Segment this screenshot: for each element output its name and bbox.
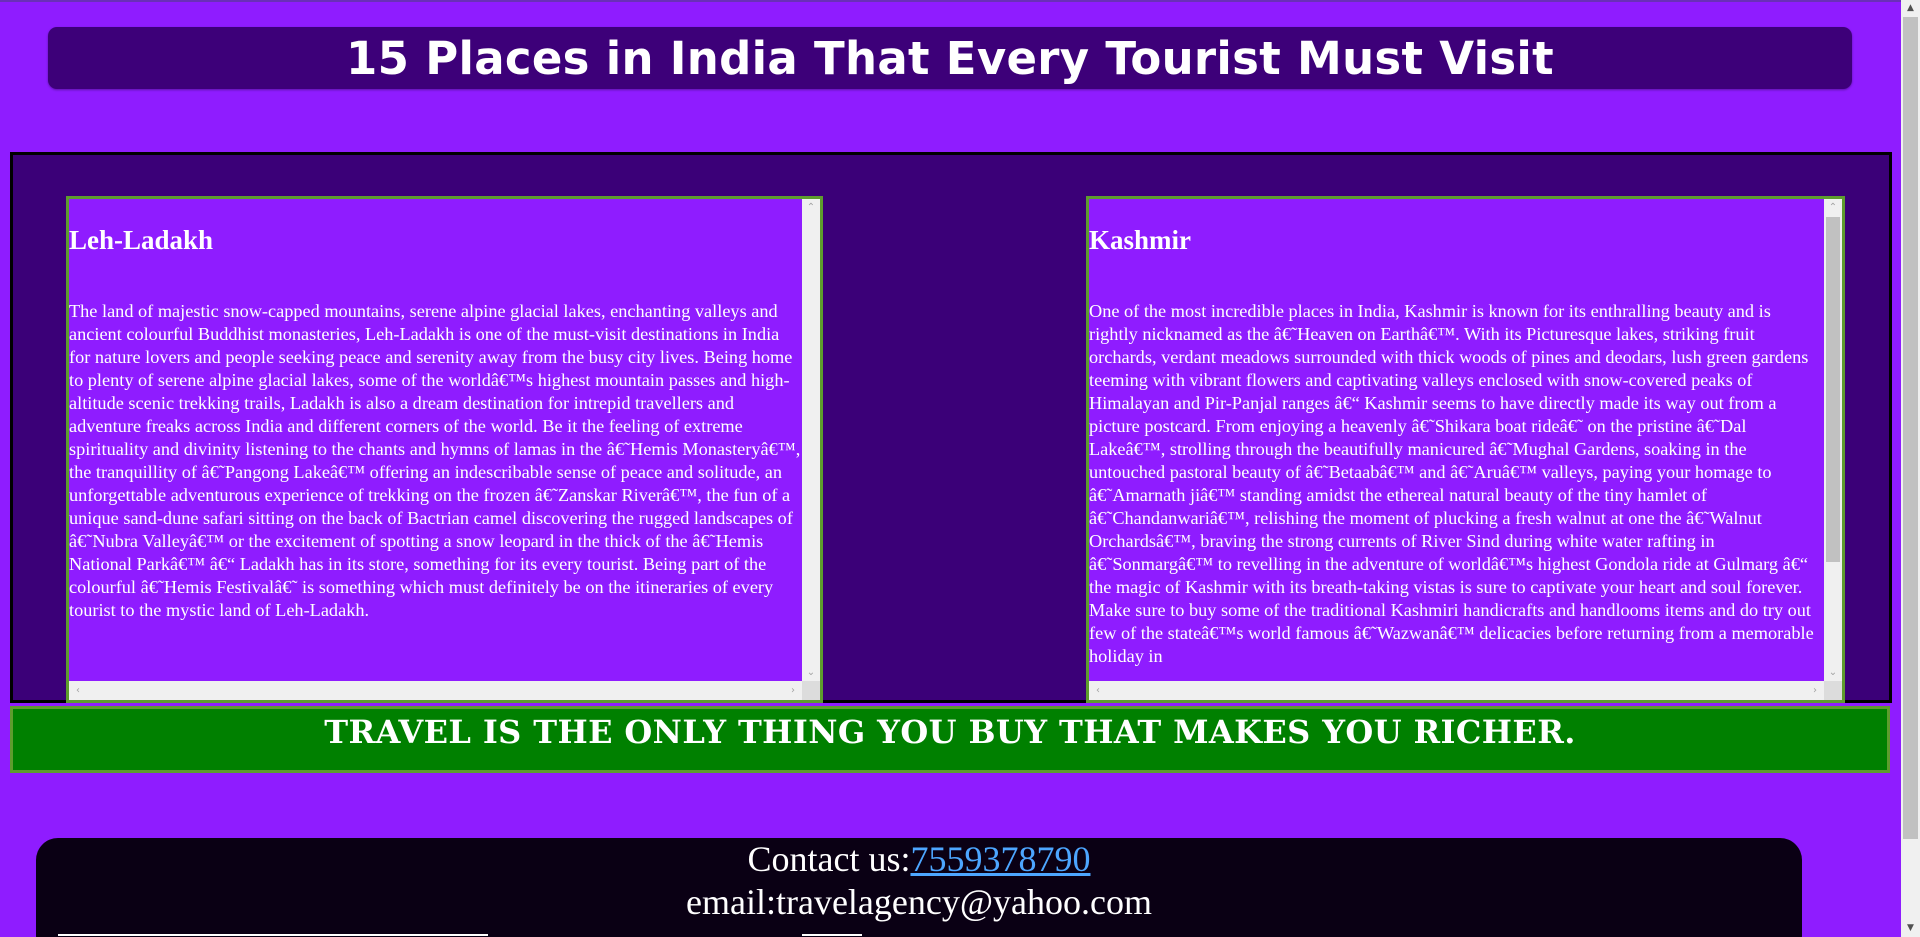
scrollbar-corner [802,681,820,700]
horizontal-scrollbar[interactable]: ‹ › [1089,681,1824,700]
scrollbar-thumb[interactable] [1826,217,1840,562]
contact-line: Contact us:7559378790 [36,838,1802,880]
horizontal-scrollbar[interactable]: ‹ › [69,681,802,700]
quote-text: TRAVEL IS THE ONLY THING YOU BUY THAT MA… [324,712,1576,751]
email-line: email:travelagency@yahoo.com [686,882,1152,922]
card-heading: Kashmir [1089,225,1192,255]
phone-link[interactable]: 7559378790 [910,839,1090,879]
title-bar: 15 Places in India That Every Tourist Mu… [48,27,1852,89]
page-scrollbar-thumb[interactable] [1903,17,1918,839]
scroll-left-arrow-icon[interactable]: ‹ [1089,681,1107,700]
vertical-scrollbar[interactable]: ⌃ ⌄ [802,199,820,682]
scroll-down-arrow-icon[interactable]: ⌄ [1824,664,1842,682]
page-scroll-up-arrow-icon[interactable]: ▲ [1901,0,1920,17]
scroll-down-arrow-icon[interactable]: ⌄ [802,664,820,682]
place-card-kashmir[interactable]: Kashmir One of the most incredible place… [1086,196,1845,703]
page-top-border [0,0,1901,2]
contact-footer: Contact us:7559378790 email:travelagency… [36,838,1802,937]
card-text: One of the most incredible places in Ind… [1089,301,1814,666]
scroll-up-arrow-icon[interactable]: ⌃ [802,199,820,217]
quote-banner: TRAVEL IS THE ONLY THING YOU BUY THAT MA… [10,706,1890,773]
page-scrollbar[interactable]: ▲ ▼ [1901,0,1920,937]
card-content: Kashmir One of the most incredible place… [1089,199,1824,681]
footer-divider [802,934,862,936]
scrollbar-corner [1824,681,1842,700]
scroll-right-arrow-icon[interactable]: › [784,681,802,700]
places-panel: Leh-Ladakh The land of majestic snow-cap… [10,152,1892,703]
contact-label: Contact us: [747,839,911,879]
card-heading: Leh-Ladakh [69,225,214,255]
footer-divider [58,934,488,936]
scroll-up-arrow-icon[interactable]: ⌃ [1824,199,1842,217]
scroll-right-arrow-icon[interactable]: › [1806,681,1824,700]
card-content: Leh-Ladakh The land of majestic snow-cap… [69,199,803,681]
page-scroll-down-arrow-icon[interactable]: ▼ [1901,920,1920,937]
place-card-leh-ladakh[interactable]: Leh-Ladakh The land of majestic snow-cap… [66,196,823,703]
vertical-scrollbar[interactable]: ⌃ ⌄ [1824,199,1842,682]
scroll-left-arrow-icon[interactable]: ‹ [69,681,87,700]
page-title: 15 Places in India That Every Tourist Mu… [346,31,1554,85]
card-text: The land of majestic snow-capped mountai… [69,301,801,620]
